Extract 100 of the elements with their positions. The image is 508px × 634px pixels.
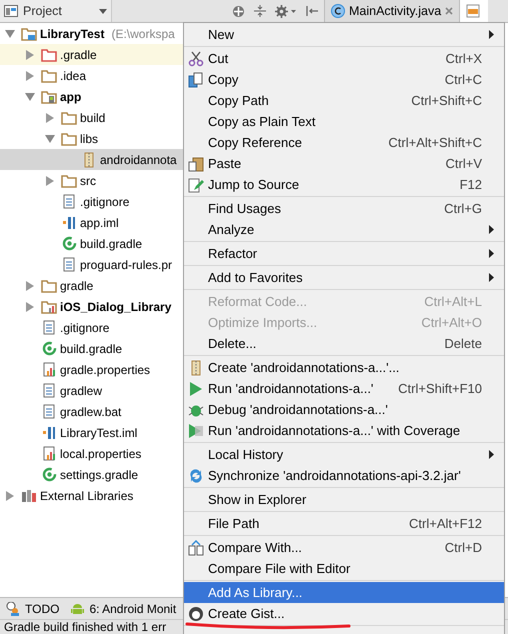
hide-panel-icon[interactable] [306,5,318,17]
tree-row[interactable]: gradlew.bat [0,401,183,422]
folder-icon [61,132,77,146]
module-file-icon [62,216,76,230]
tree-row[interactable]: build [0,107,183,128]
menu-item[interactable]: Cut Ctrl+X [184,48,504,69]
collapsed-arrow-icon[interactable] [26,280,34,290]
file-name: libs [80,132,98,146]
menu-item[interactable]: Debug 'androidannotations-a...' [184,399,504,420]
menu-item[interactable]: Copy Ctrl+C [184,69,504,90]
tree-row[interactable]: build.gradle [0,233,183,254]
tree-row[interactable]: .gitignore [0,191,183,212]
submenu-arrow-icon [489,273,494,282]
file-name: app [60,90,82,104]
folder-icon [41,68,57,82]
folder-icon [61,174,77,188]
collapsed-arrow-icon[interactable] [6,490,14,500]
tree-row[interactable]: proguard-rules.pr [0,254,183,275]
file-name: LibraryTest.iml [60,426,138,440]
file-name: gradlew.bat [60,404,122,418]
menu-item[interactable]: Create 'androidannotations-a...'... [184,357,504,378]
tree-row[interactable]: settings.gradle [0,464,183,485]
menu-item[interactable]: Run 'androidannotations-a...' Ctrl+Shift+F10 [184,378,504,399]
tree-row[interactable]: src [0,170,183,191]
collapsed-arrow-icon[interactable] [26,50,34,60]
tree-row[interactable]: gradle [0,275,183,296]
tree-row[interactable]: build.gradle [0,338,183,359]
status-message: Gradle build finished with 1 err [4,620,166,634]
tree-row[interactable]: iOS_Dialog_Library [0,296,183,317]
tree-row[interactable]: .gradle [0,44,183,65]
menu-item[interactable]: File Path Ctrl+Alt+F12 [184,513,504,534]
editor-tab[interactable]: MainActivity.java [324,0,460,22]
properties-file-icon [42,362,56,377]
menu-item[interactable]: Copy Path Ctrl+Shift+C [184,90,504,111]
expanded-arrow-icon[interactable] [45,134,55,142]
expanded-arrow-icon[interactable] [25,92,35,100]
file-name: External Libraries [40,488,134,502]
menu-item[interactable]: Find Usages Ctrl+G [184,198,504,219]
coverage-run-icon [188,422,204,438]
menu-item[interactable]: Compare File with Editor [184,558,504,579]
menu-item[interactable]: Compare With... Ctrl+D [184,537,504,558]
file-name: androidannota [100,152,177,166]
tree-row[interactable]: LibraryTest.iml [0,422,183,443]
tree-row[interactable]: app [0,86,183,107]
play-icon [189,380,203,396]
editor-tab[interactable] [459,0,488,22]
view-selector[interactable]: Project [0,0,112,22]
menu-item[interactable]: Create Gist... [184,603,504,624]
folder-icon [61,110,77,124]
menu-item[interactable]: Add to Favorites [184,267,504,288]
menu-item[interactable]: Copy as Plain Text [184,111,504,132]
menu-item[interactable]: Copy Reference Ctrl+Alt+Shift+C [184,132,504,153]
locate-icon[interactable] [232,4,245,18]
tool-window-button[interactable]: 6: Android Monit [71,602,176,616]
menu-item[interactable]: Run 'androidannotations-a...' with Coverage [184,420,504,441]
menu-item[interactable]: Delete... Delete [184,333,504,354]
tree-row[interactable]: app.iml [0,212,183,233]
text-file-icon [63,257,75,272]
sync-icon [188,468,204,484]
tree-row[interactable]: local.properties [0,443,183,464]
menu-item[interactable]: Local History [184,444,504,465]
tree-row[interactable]: androidannota [0,149,183,170]
file-name: gradlew [60,384,102,398]
menu-item[interactable]: New [184,24,504,45]
submenu-arrow-icon [489,225,494,234]
caret-icon [99,8,107,14]
tree-row[interactable]: LibraryTest (E:\workspa [0,23,183,44]
collapsed-arrow-icon[interactable] [26,302,34,312]
menu-item[interactable]: Synchronize 'androidannotations-api-3.2.jar' [184,465,504,486]
menu-item[interactable]: Analyze [184,219,504,240]
tree-row[interactable]: gradle.properties [0,359,183,380]
close-icon[interactable] [445,7,454,15]
module-folder-icon [41,90,57,104]
file-name: build.gradle [60,342,122,356]
menu-item[interactable]: Show in Explorer [184,489,504,510]
tree-row[interactable]: gradlew [0,380,183,401]
tree-row[interactable]: libs [0,128,183,149]
collapse-all-icon[interactable] [254,5,266,17]
menu-item[interactable]: Refactor [184,243,504,264]
collapsed-arrow-icon[interactable] [46,176,54,186]
clipboard-icon [188,156,204,172]
tree-row[interactable]: External Libraries [0,485,183,506]
libraries-icon [21,488,37,502]
class-icon [331,4,345,18]
tree-row[interactable]: .idea [0,65,183,86]
submenu-arrow-icon [489,450,494,459]
collapsed-arrow-icon[interactable] [26,70,34,80]
expanded-arrow-icon[interactable] [5,30,15,38]
collapsed-arrow-icon[interactable] [46,112,54,122]
settings-icon[interactable] [275,4,297,18]
menu-item[interactable]: Paste Ctrl+V [184,153,504,174]
gradle-file-icon [42,467,56,482]
menu-item[interactable]: Add As Library... [184,582,504,603]
file-name: .idea [60,68,86,82]
file-name: .gitignore [80,194,130,208]
project-view-icon [4,5,18,17]
tool-window-button[interactable]: TODO [6,602,60,616]
text-file-icon [43,404,55,419]
tree-row[interactable]: .gitignore [0,317,183,338]
menu-item[interactable]: Jump to Source F12 [184,174,504,195]
